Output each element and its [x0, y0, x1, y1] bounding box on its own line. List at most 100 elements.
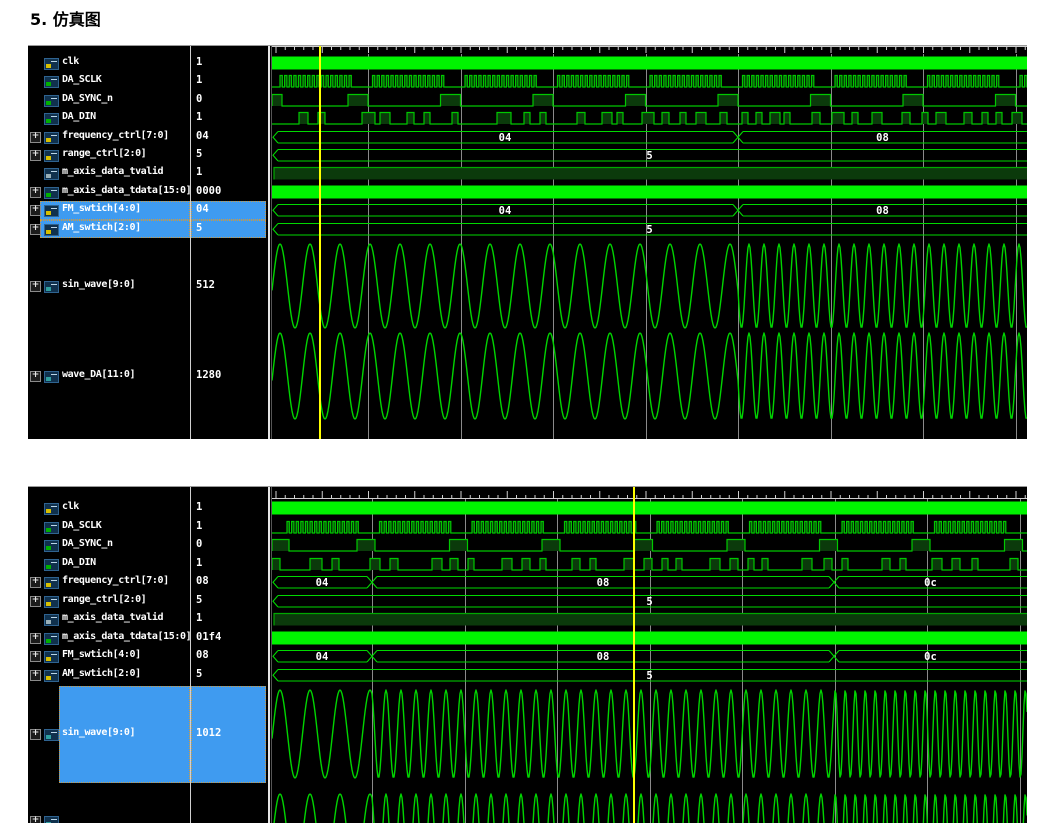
signal-row[interactable]: m_axis_data_tvalid	[28, 610, 190, 628]
signal-row[interactable]: +AM_swtich[2:0]	[28, 220, 190, 238]
analog-waveform[interactable]	[272, 686, 1027, 783]
signal-label: DA_SCLK	[62, 74, 101, 85]
expander-icon[interactable]: +	[30, 577, 41, 588]
signal-waveform[interactable]	[272, 183, 1027, 201]
bus-signal-icon	[44, 224, 59, 236]
signal-value-cell[interactable]: 1	[191, 164, 266, 182]
signal-value: 1280	[196, 369, 221, 381]
signal-value-cell[interactable]: 5	[191, 666, 266, 684]
signal-value-cell[interactable]: 512	[191, 277, 266, 295]
signal-value-cell[interactable]: 0	[191, 536, 266, 554]
signal-value-cell[interactable]: 1	[191, 109, 266, 127]
expander-icon[interactable]: +	[30, 205, 41, 216]
signal-row[interactable]: + sin_wave[9:0]	[28, 725, 190, 743]
signal-row[interactable]: DA_DIN	[28, 109, 190, 127]
signal-row[interactable]: DA_SCLK	[28, 518, 190, 536]
signal-row[interactable]: +sin_wave[9:0]	[28, 277, 190, 295]
signal-row[interactable]: +frequency_ctrl[7:0]	[28, 573, 190, 591]
signal-row[interactable]: +FM_swtich[4:0]	[28, 201, 190, 219]
signal-row[interactable]: + range_ctrl[2:0]	[28, 146, 190, 164]
signal-waveform[interactable]: 0408	[272, 128, 1027, 146]
signal-value-cell[interactable]: 1	[191, 610, 266, 628]
expander-icon[interactable]: +	[30, 132, 41, 143]
signal-value-cell[interactable]: 1	[191, 54, 266, 72]
analog-waveform[interactable]	[272, 331, 1027, 421]
signal-waveform[interactable]	[272, 109, 1027, 127]
signal-waveform[interactable]: 5	[272, 592, 1027, 611]
signal-row[interactable]: +m_axis_data_tdata[15:0]	[28, 629, 190, 647]
signal-row[interactable]: clk	[28, 54, 190, 72]
svg-text:0c: 0c	[924, 651, 937, 663]
signal-row[interactable]: +m_axis_data_tdata[15:0]	[28, 183, 190, 201]
signal-value-cell[interactable]: 5	[191, 220, 266, 238]
waveform-panel-1[interactable]: clk1DA_SCLK1DA_SYNC_n0DA_DIN1+frequency_…	[28, 45, 1027, 439]
signal-row[interactable]: m_axis_data_tvalid	[28, 164, 190, 182]
signal-row[interactable]: +FM_swtich[4:0]	[28, 647, 190, 665]
signal-waveform[interactable]: 04080c	[272, 573, 1027, 592]
expander-icon[interactable]: +	[30, 651, 41, 662]
signal-value-cell[interactable]: 1	[191, 518, 266, 536]
signal-waveform[interactable]	[272, 518, 1027, 537]
signal-value-cell[interactable]: 5	[191, 592, 266, 610]
signal-row[interactable]: +wave_DA[11:0]	[28, 367, 190, 385]
signal-row[interactable]: DA_SYNC_n	[28, 91, 190, 109]
expander-icon[interactable]: +	[30, 816, 41, 823]
signal-waveform[interactable]	[272, 499, 1027, 518]
signal-value-cell[interactable]: 1280	[191, 367, 266, 385]
signal-waveform[interactable]	[272, 555, 1027, 574]
expander-icon[interactable]: +	[30, 187, 41, 198]
signal-row[interactable]: + AM_swtich[2:0]	[28, 666, 190, 684]
expander-icon[interactable]: +	[30, 224, 41, 235]
signal-row[interactable]: clk	[28, 499, 190, 517]
signal-waveform[interactable]	[272, 536, 1027, 555]
signal-row[interactable]: DA_DIN	[28, 555, 190, 573]
signal-waveform[interactable]	[272, 629, 1027, 648]
signal-value-cell[interactable]: 0000	[191, 183, 266, 201]
signal-row[interactable]: +frequency_ctrl[7:0]	[28, 128, 190, 146]
signal-waveform[interactable]	[272, 610, 1027, 629]
signal-value-cell[interactable]: 0	[191, 91, 266, 109]
signal-waveform[interactable]: 04080c	[272, 647, 1027, 666]
time-ruler[interactable]	[272, 487, 1027, 499]
signal-value-cell[interactable]: 01f4	[191, 629, 266, 647]
expander-icon[interactable]: +	[30, 281, 41, 292]
signal-value-cell[interactable]: 04	[191, 201, 266, 219]
expander-icon[interactable]: +	[30, 670, 41, 681]
signal-row[interactable]: DA_SCLK	[28, 72, 190, 90]
signal-value-cell[interactable]: 08	[191, 647, 266, 665]
signal-waveform[interactable]: 0408	[272, 201, 1027, 219]
expander-icon[interactable]: +	[30, 729, 41, 740]
time-ruler[interactable]	[272, 46, 1027, 54]
signal-waveform[interactable]: 5	[272, 146, 1027, 164]
signal-waveform[interactable]	[272, 72, 1027, 90]
cursor-line[interactable]	[319, 46, 321, 439]
signal-value-cell[interactable]: 1	[191, 72, 266, 90]
expander-icon[interactable]: +	[30, 633, 41, 644]
signal-value-cell[interactable]: 1	[191, 555, 266, 573]
signal-waveform[interactable]	[272, 164, 1027, 182]
signal-row[interactable]: +	[28, 812, 190, 823]
signal-waveform[interactable]: 5	[272, 666, 1027, 685]
expander-icon[interactable]: +	[30, 150, 41, 161]
signal-waveform[interactable]: 5	[272, 220, 1027, 238]
signal-row[interactable]: DA_SYNC_n	[28, 536, 190, 554]
signal-value-cell[interactable]: 04	[191, 128, 266, 146]
cursor-line[interactable]	[633, 487, 635, 823]
analog-waveform[interactable]	[272, 788, 1027, 823]
signal-waveform[interactable]	[272, 91, 1027, 109]
analog-waveform[interactable]	[272, 241, 1027, 331]
signal-waveform[interactable]	[272, 54, 1027, 72]
signal-value-cell[interactable]: 08	[191, 573, 266, 591]
signal-value: 04	[196, 130, 209, 142]
waveform-panel-2[interactable]: clk1DA_SCLK1DA_SYNC_n0DA_DIN1+frequency_…	[28, 486, 1027, 823]
expander-icon[interactable]: +	[30, 371, 41, 382]
expander-icon[interactable]: +	[30, 596, 41, 607]
signal-label: sin_wave[9:0]	[62, 727, 135, 738]
signal-value-cell[interactable]: 5	[191, 146, 266, 164]
signal-value-cell[interactable]: 1	[191, 499, 266, 517]
signal-value-cell[interactable]: 1012	[191, 725, 266, 743]
logic-signal-icon	[44, 113, 59, 125]
signal-label: range_ctrl[2:0]	[62, 148, 146, 159]
signal-row[interactable]: +range_ctrl[2:0]	[28, 592, 190, 610]
signal-label: AM_swtich[2:0]	[62, 668, 141, 679]
